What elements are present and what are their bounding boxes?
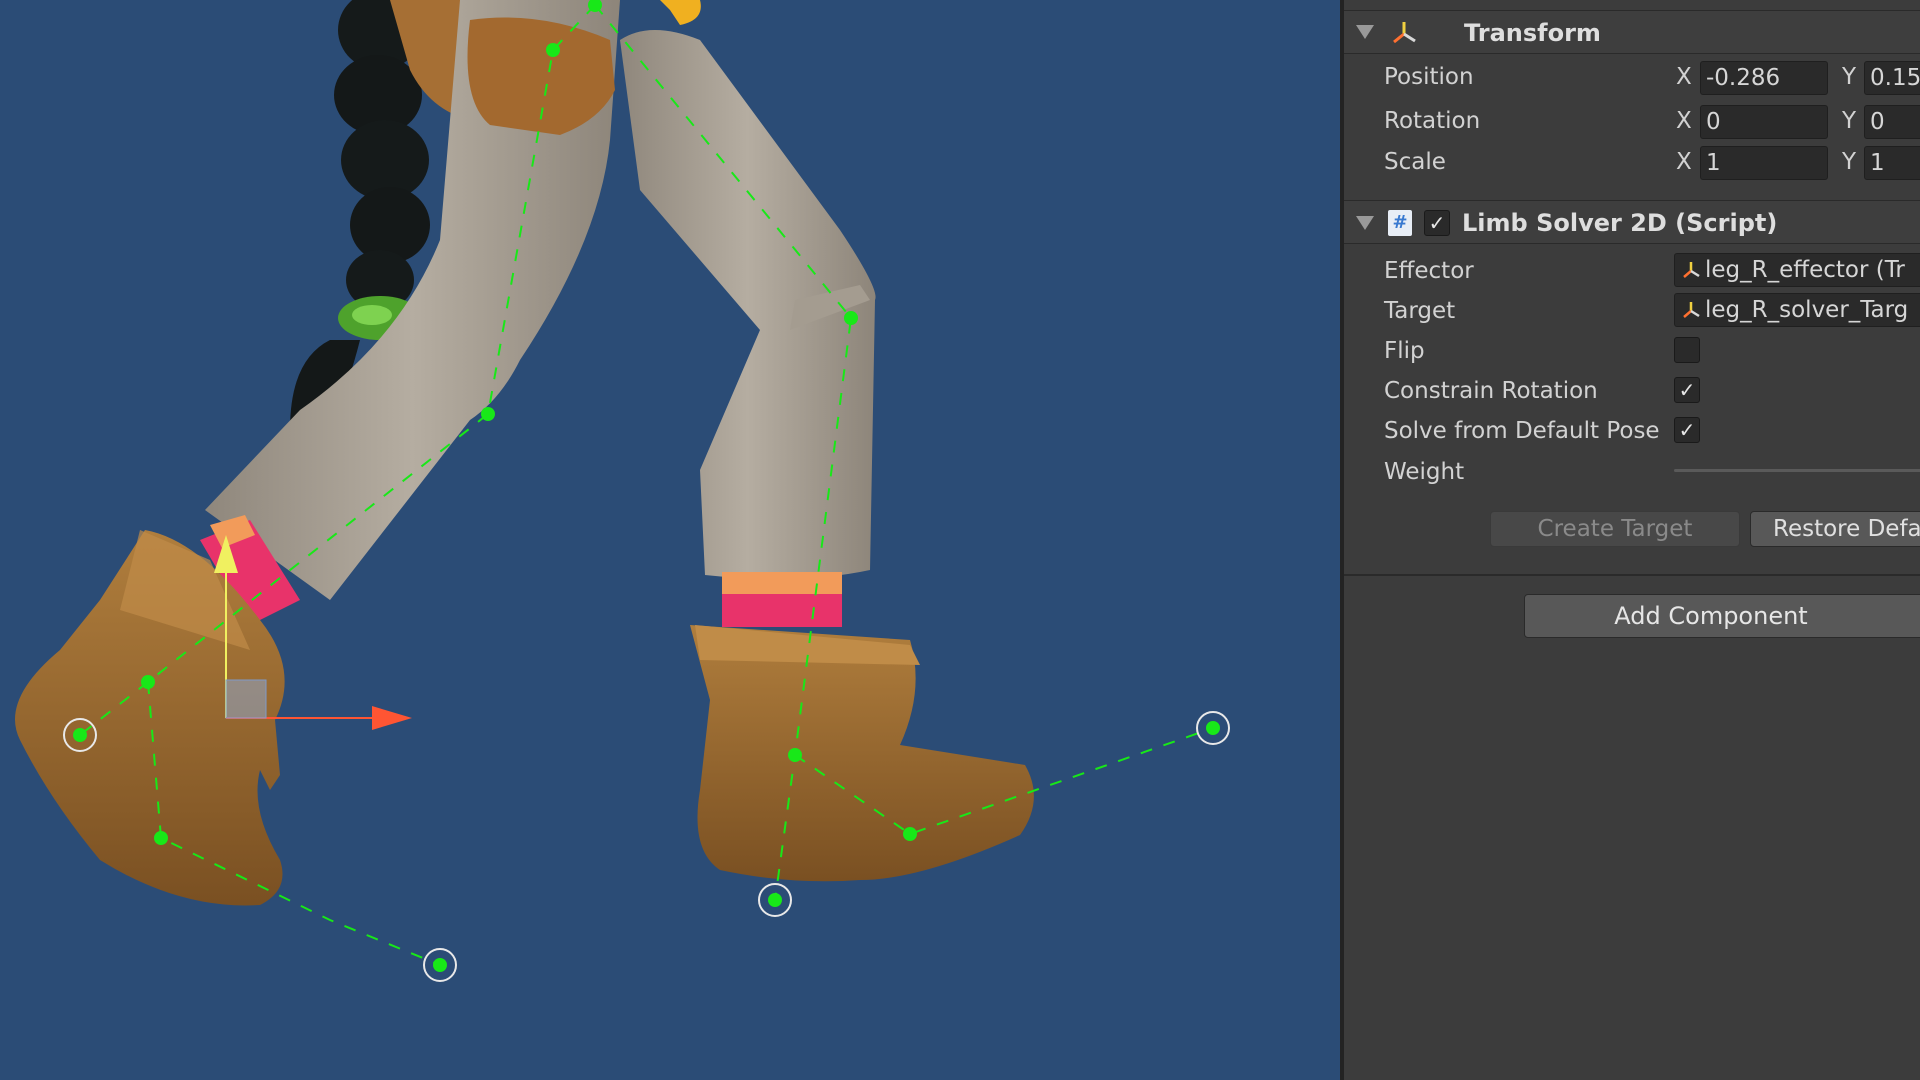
joint-right-knee — [844, 311, 858, 325]
transform-header[interactable]: Transform — [1344, 10, 1920, 54]
position-y-axis-label[interactable]: Y — [1842, 64, 1856, 90]
transform-axes-icon — [1393, 22, 1416, 44]
joint-left-knee — [481, 407, 495, 421]
scale-y-axis-label[interactable]: Y — [1842, 149, 1856, 175]
belt-buckle — [660, 0, 701, 25]
constrain-rotation-checkbox[interactable]: ✓ — [1674, 377, 1700, 403]
scale-label: Scale — [1384, 149, 1446, 175]
weight-slider-track[interactable] — [1674, 469, 1920, 472]
transform-title: Transform — [1464, 19, 1601, 47]
joint-left-toe — [154, 831, 168, 845]
rotation-y-field[interactable]: 0 — [1864, 105, 1920, 139]
effector-value: leg_R_effector (Tr — [1705, 257, 1905, 283]
joint-right-toe — [903, 827, 917, 841]
create-target-button[interactable]: Create Target — [1490, 511, 1740, 547]
weight-label: Weight — [1384, 459, 1465, 485]
rotation-label: Rotation — [1384, 108, 1481, 134]
scene-view[interactable] — [0, 0, 1340, 1080]
restore-default-button[interactable]: Restore Defa — [1750, 511, 1920, 547]
character-legs-illustration — [15, 0, 1230, 982]
flip-checkbox[interactable] — [1674, 337, 1700, 363]
constrain-rotation-label: Constrain Rotation — [1384, 378, 1598, 404]
target-label: Target — [1384, 298, 1456, 324]
gizmo-x-arrow — [372, 706, 412, 730]
scale-x-field[interactable]: 1 — [1700, 146, 1828, 180]
rotation-x-axis-label[interactable]: X — [1676, 108, 1692, 134]
add-component-button[interactable]: Add Component — [1524, 594, 1920, 638]
joint-right-ankle — [788, 748, 802, 762]
gizmo-plane-handle — [225, 679, 267, 719]
foldout-arrow-icon[interactable] — [1356, 25, 1374, 39]
flip-label: Flip — [1384, 338, 1425, 364]
effector-object-field[interactable]: leg_R_effector (Tr — [1674, 253, 1920, 287]
scale-x-axis-label[interactable]: X — [1676, 149, 1692, 175]
target-value: leg_R_solver_Targ — [1705, 297, 1909, 323]
solve-default-pose-label: Solve from Default Pose — [1384, 418, 1660, 444]
rotation-x-field[interactable]: 0 — [1700, 105, 1828, 139]
inspector-panel: Transform Position X -0.286 Y 0.15( Rota… — [1340, 0, 1920, 1080]
script-icon: # — [1388, 210, 1412, 236]
position-label: Position — [1384, 64, 1474, 90]
joint-left-ankle — [141, 675, 155, 689]
target-object-field[interactable]: leg_R_solver_Targ — [1674, 293, 1920, 327]
position-x-field[interactable]: -0.286 — [1700, 61, 1828, 95]
solve-default-pose-checkbox[interactable]: ✓ — [1674, 417, 1700, 443]
position-x-axis-label[interactable]: X — [1676, 64, 1692, 90]
limb-solver-title: Limb Solver 2D (Script) — [1462, 209, 1778, 237]
component-separator — [1344, 574, 1920, 576]
scale-y-field[interactable]: 1 — [1864, 146, 1920, 180]
component-enabled-checkbox[interactable]: ✓ — [1424, 210, 1450, 236]
limb-solver-header[interactable]: # ✓ Limb Solver 2D (Script) — [1344, 200, 1920, 244]
transform-axes-icon — [1683, 302, 1700, 318]
transform-axes-icon — [1683, 262, 1700, 278]
joint-left-hip — [546, 43, 560, 57]
effector-label: Effector — [1384, 258, 1474, 284]
rotation-y-axis-label[interactable]: Y — [1842, 108, 1856, 134]
position-y-field[interactable]: 0.15( — [1864, 61, 1920, 95]
foldout-arrow-icon[interactable] — [1356, 216, 1374, 230]
